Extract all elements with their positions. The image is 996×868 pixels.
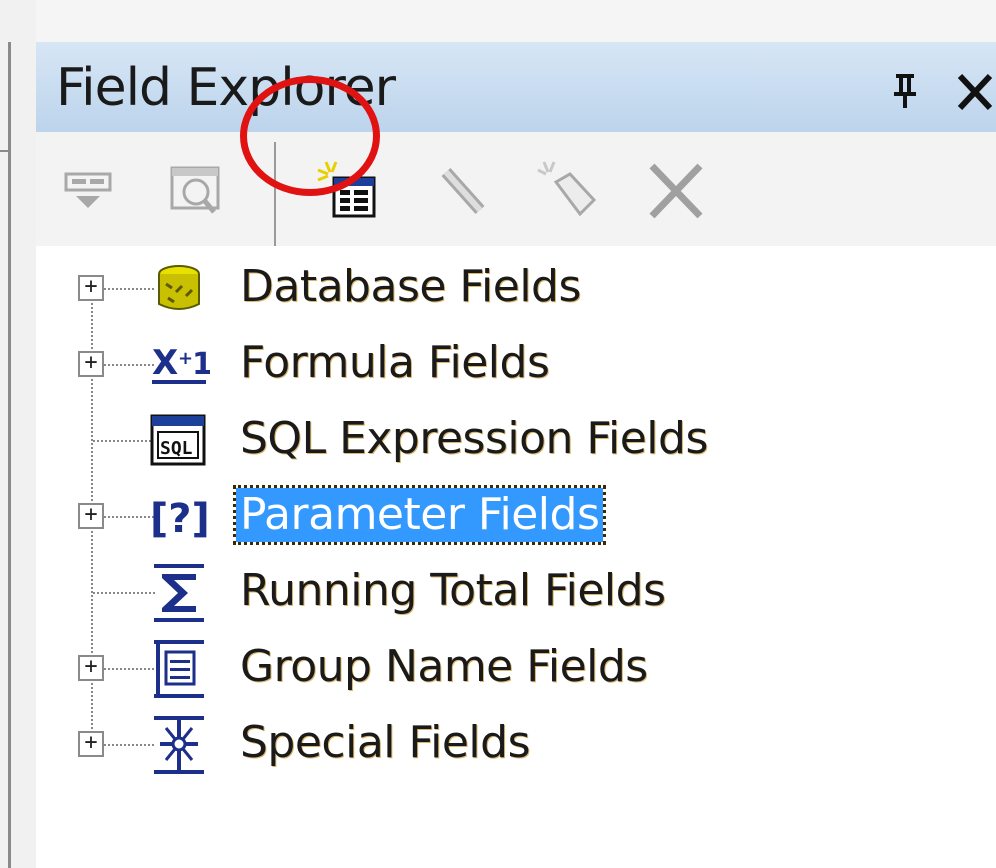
insert-field-icon[interactable] xyxy=(52,152,132,232)
left-strip xyxy=(0,0,36,868)
expand-icon[interactable]: + xyxy=(78,655,104,681)
browse-icon[interactable] xyxy=(158,152,238,232)
svg-text:[?]: [?] xyxy=(150,496,210,542)
svg-text:1: 1 xyxy=(192,347,210,382)
field-tree: + Database Fields + X + 1 Formula Fields xyxy=(36,246,996,868)
expand-icon[interactable]: + xyxy=(78,275,104,301)
highlight-ring xyxy=(240,76,380,196)
expand-icon[interactable]: + xyxy=(78,503,104,529)
field-explorer-panel: Field Explorer + Database Fields + X + 1… xyxy=(36,42,996,868)
tree-item-label: Running Total Fields xyxy=(240,565,666,616)
pin-icon[interactable] xyxy=(892,72,918,108)
rename-tag-icon[interactable] xyxy=(530,152,610,232)
tree-item-label: SQL Expression Fields xyxy=(240,413,708,464)
tree-connector xyxy=(93,440,155,442)
tree-item-label: Special Fields xyxy=(240,717,531,768)
tree-item-special-fields[interactable]: + Special Fields xyxy=(36,706,996,782)
tree-item-label: Parameter Fields xyxy=(232,485,607,545)
tree-item-label: Database Fields xyxy=(240,261,581,312)
toolbar xyxy=(36,132,996,246)
tree-item-parameter-fields[interactable]: + [?] Parameter Fields xyxy=(36,478,996,554)
pencil-icon[interactable] xyxy=(424,152,504,232)
sigma-icon xyxy=(154,564,204,622)
panel-titlebar: Field Explorer xyxy=(36,42,996,132)
parameter-icon: [?] xyxy=(150,496,210,542)
special-fields-icon xyxy=(154,716,204,774)
tree-item-database-fields[interactable]: + Database Fields xyxy=(36,250,996,326)
tree-item-group-name-fields[interactable]: + Group Name Fields xyxy=(36,630,996,706)
tree-item-sql-expression-fields[interactable]: SQL SQL Expression Fields xyxy=(36,402,996,478)
close-icon[interactable] xyxy=(956,68,996,112)
tree-connector xyxy=(104,668,154,670)
svg-text:X: X xyxy=(152,343,178,383)
tree-connector xyxy=(104,288,154,290)
top-strip xyxy=(0,0,996,42)
sql-icon: SQL xyxy=(150,414,206,466)
expand-icon[interactable]: + xyxy=(78,731,104,757)
left-border xyxy=(8,42,11,868)
tree-item-formula-fields[interactable]: + X + 1 Formula Fields xyxy=(36,326,996,402)
delete-x-icon[interactable] xyxy=(636,152,716,232)
svg-text:SQL: SQL xyxy=(160,438,193,459)
svg-text:+: + xyxy=(178,348,193,369)
tree-item-label: Formula Fields xyxy=(240,337,550,388)
tree-connector xyxy=(104,744,154,746)
tree-connector xyxy=(93,592,155,594)
expand-icon[interactable]: + xyxy=(78,351,104,377)
tree-connector xyxy=(104,364,154,366)
left-tick xyxy=(0,150,10,152)
formula-icon: X + 1 xyxy=(152,343,210,384)
database-icon xyxy=(158,265,200,310)
tree-item-label: Group Name Fields xyxy=(240,641,648,692)
group-name-icon xyxy=(154,640,204,698)
tree-item-running-total-fields[interactable]: Running Total Fields xyxy=(36,554,996,630)
tree-connector xyxy=(104,516,154,518)
